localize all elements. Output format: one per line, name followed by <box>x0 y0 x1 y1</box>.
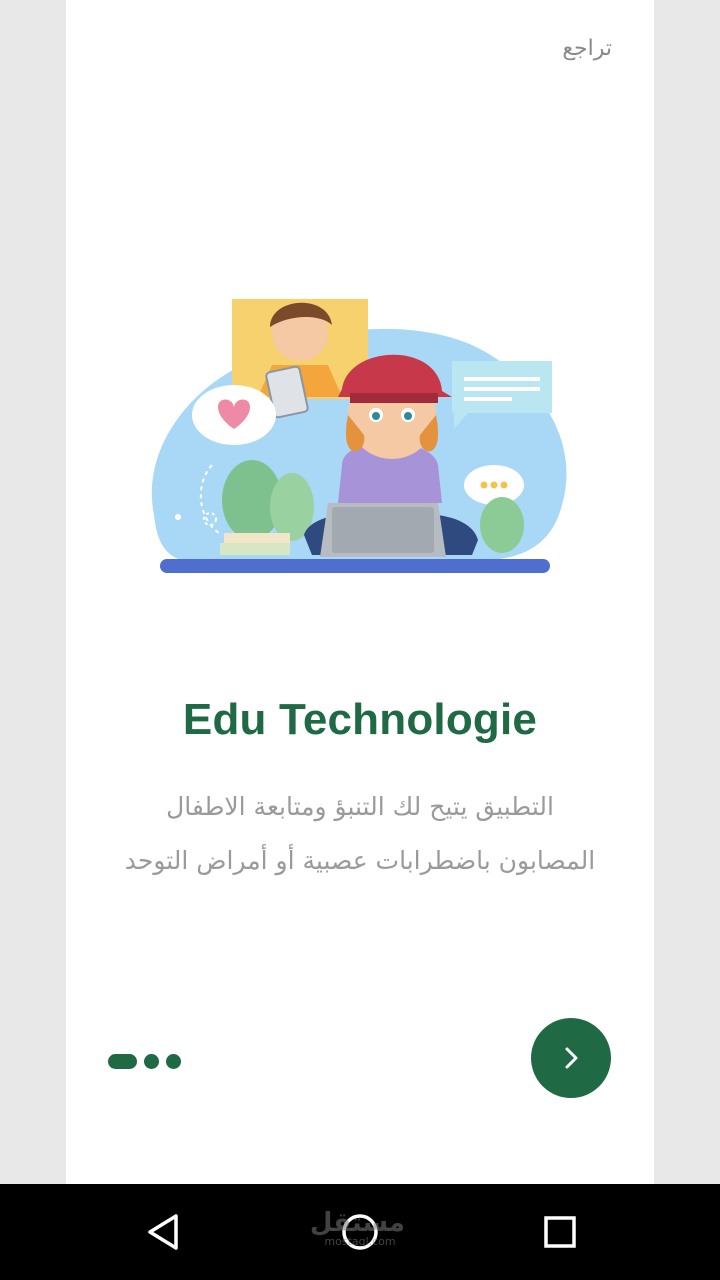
page-indicator <box>108 1054 188 1069</box>
page-dot <box>166 1054 181 1069</box>
onboarding-screen: تراجع Edu Technologie التطبيق يتيح لك ال… <box>66 0 654 1184</box>
recents-square-icon <box>544 1216 576 1248</box>
chevron-right-icon <box>565 1047 578 1069</box>
watermark-main: مستقل <box>309 1208 405 1238</box>
kids-online-learning-illustration <box>142 285 578 585</box>
app-title: Edu Technologie <box>182 695 538 744</box>
recents-button[interactable] <box>536 1208 584 1256</box>
back-button[interactable] <box>140 1208 188 1256</box>
page-dot <box>144 1054 159 1069</box>
watermark-sub: mostaql.com <box>324 1235 396 1248</box>
skip-button[interactable]: تراجع <box>562 36 612 61</box>
next-button[interactable] <box>531 1018 611 1098</box>
page-dot-active <box>108 1054 137 1069</box>
watermark: مستقل mostaql.com <box>309 1208 405 1248</box>
onboarding-description: التطبيق يتيح لك التنبؤ ومتابعة الاطفال ا… <box>124 792 596 875</box>
back-triangle-icon <box>148 1214 178 1250</box>
